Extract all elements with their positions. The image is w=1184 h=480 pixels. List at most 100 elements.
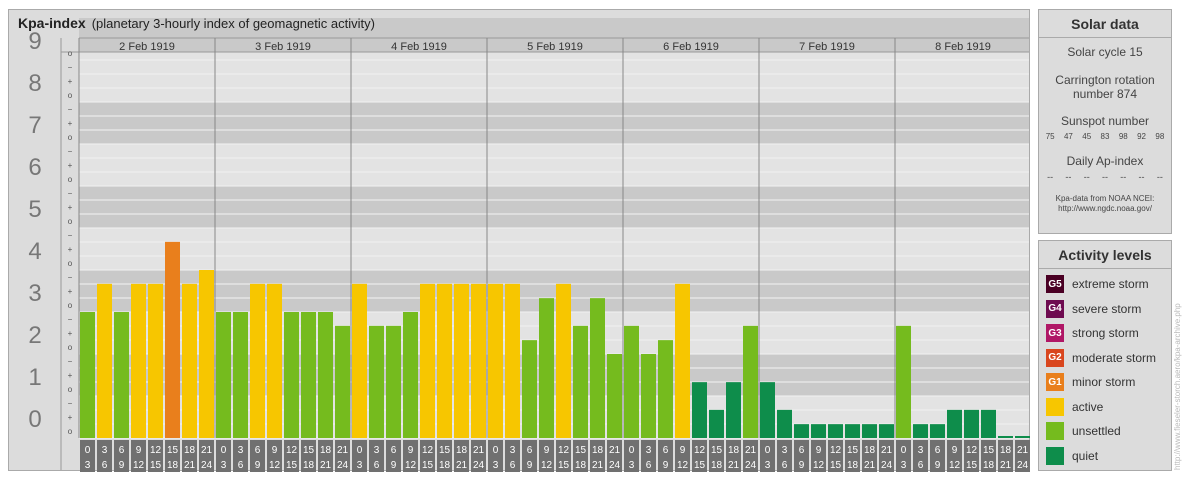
kp-bar bbox=[488, 283, 503, 438]
hour-start-label: 21 bbox=[201, 445, 213, 456]
carrington-line-2: number 874 bbox=[1072, 87, 1138, 101]
kp-band bbox=[79, 60, 1029, 102]
kp-bar bbox=[369, 325, 384, 438]
chart-title: Kpa-index (planetary 3-hourly index of ge… bbox=[18, 15, 375, 31]
hour-end-label: 6 bbox=[918, 460, 924, 471]
kp-bar bbox=[641, 354, 656, 438]
hour-start-label: 9 bbox=[272, 445, 278, 456]
hour-end-label: 6 bbox=[646, 460, 652, 471]
activity-levels-panel: Activity levels G5 extreme storm G4 severe … bbox=[1038, 240, 1172, 471]
y-sub-tick: − bbox=[68, 189, 73, 198]
solar-data-title: Solar data bbox=[1039, 10, 1171, 38]
kp-bar bbox=[301, 312, 316, 438]
hour-end-label: 3 bbox=[221, 460, 227, 471]
hour-start-label: 6 bbox=[119, 445, 125, 456]
ap-index-value: -- bbox=[1138, 172, 1145, 182]
y-sub-tick: o bbox=[68, 259, 73, 268]
hour-end-label: 6 bbox=[782, 460, 788, 471]
sunspot-value: 92 bbox=[1137, 132, 1146, 141]
hour-end-label: 18 bbox=[983, 460, 995, 471]
kp-bar bbox=[964, 409, 979, 438]
legend-label: severe storm bbox=[1072, 301, 1142, 316]
y-sub-tick: o bbox=[68, 175, 73, 184]
kp-bar bbox=[522, 340, 537, 438]
data-source-line-1: Kpa-data from NOAA NCEI: bbox=[1055, 194, 1155, 203]
hour-end-label: 3 bbox=[85, 460, 91, 471]
hour-start-label: 9 bbox=[816, 445, 822, 456]
y-sub-tick: + bbox=[68, 245, 73, 254]
kp-bar bbox=[811, 424, 826, 438]
kp-bar bbox=[607, 354, 622, 438]
hour-start-label: 0 bbox=[629, 445, 635, 456]
hour-start-label: 15 bbox=[439, 445, 451, 456]
hour-start-label: 12 bbox=[422, 445, 434, 456]
kp-bar bbox=[624, 325, 639, 438]
y-sub-tick: − bbox=[68, 357, 73, 366]
legend-label: minor storm bbox=[1072, 375, 1136, 389]
hour-start-label: 3 bbox=[782, 445, 788, 456]
ap-index-values: -- -- -- -- -- -- -- bbox=[1039, 172, 1171, 182]
legend-swatch: G3 bbox=[1046, 324, 1064, 342]
hour-end-label: 6 bbox=[238, 460, 244, 471]
hour-start-label: 12 bbox=[830, 445, 842, 456]
y-sub-tick: o bbox=[68, 427, 73, 436]
hour-start-label: 21 bbox=[609, 445, 621, 456]
hour-end-label: 12 bbox=[949, 460, 961, 471]
kp-bar bbox=[896, 325, 911, 438]
sunspot-value: 47 bbox=[1063, 132, 1073, 141]
y-sub-tick: o bbox=[68, 385, 73, 394]
sunspot-value: 98 bbox=[1155, 132, 1165, 141]
kp-bar bbox=[182, 283, 197, 438]
hour-end-label: 24 bbox=[201, 460, 213, 471]
kp-bar bbox=[80, 312, 95, 438]
solar-cycle: Solar cycle 15 bbox=[1067, 45, 1143, 59]
kp-bar bbox=[573, 325, 588, 438]
legend-swatch: G2 bbox=[1046, 348, 1064, 367]
y-sub-tick: o bbox=[68, 217, 73, 226]
kp-bar bbox=[879, 424, 894, 438]
ap-index-value: -- bbox=[1156, 172, 1163, 182]
legend-item: G5 extreme storm bbox=[1046, 274, 1149, 294]
hour-end-label: 24 bbox=[881, 460, 893, 471]
kp-bar bbox=[675, 283, 690, 438]
hour-end-label: 3 bbox=[765, 460, 771, 471]
y-sub-tick: + bbox=[68, 119, 73, 128]
y-sub-tick: o bbox=[68, 343, 73, 352]
hour-start-label: 9 bbox=[952, 445, 958, 456]
kp-bar bbox=[420, 283, 435, 438]
kp-bar bbox=[437, 283, 452, 438]
kp-bar bbox=[556, 283, 571, 438]
hour-end-label: 15 bbox=[966, 460, 978, 471]
hour-start-label: 0 bbox=[357, 445, 363, 456]
hour-end-label: 15 bbox=[558, 460, 570, 471]
hour-end-label: 18 bbox=[439, 460, 451, 471]
day-label: 5 Feb 1919 bbox=[527, 41, 583, 53]
hour-start-label: 6 bbox=[799, 445, 805, 456]
hour-start-label: 21 bbox=[1017, 445, 1029, 456]
hour-end-label: 21 bbox=[456, 460, 468, 471]
hour-end-label: 15 bbox=[286, 460, 298, 471]
legend-label: quiet bbox=[1072, 448, 1099, 463]
y-sub-tick: + bbox=[68, 203, 73, 212]
hour-end-label: 3 bbox=[357, 460, 363, 471]
y-sub-tick: − bbox=[68, 399, 73, 408]
hour-end-label: 15 bbox=[694, 460, 706, 471]
hour-start-label: 3 bbox=[102, 445, 108, 456]
hour-end-label: 15 bbox=[830, 460, 842, 471]
hour-end-label: 9 bbox=[935, 460, 941, 471]
kp-band bbox=[79, 144, 1029, 186]
kp-bar bbox=[726, 382, 741, 438]
hour-start-label: 18 bbox=[320, 445, 332, 456]
y-tick-label: 0 bbox=[28, 406, 41, 433]
hour-start-label: 15 bbox=[167, 445, 179, 456]
ap-index-value: -- bbox=[1065, 172, 1072, 182]
sunspot-value: 83 bbox=[1100, 132, 1110, 141]
hour-start-label: 6 bbox=[663, 445, 669, 456]
ap-index-title: Daily Ap-index bbox=[1066, 154, 1144, 168]
day-label: 7 Feb 1919 bbox=[799, 41, 855, 53]
hour-start-label: 0 bbox=[765, 445, 771, 456]
chart-subtitle: (planetary 3-hourly index of geomagnetic… bbox=[91, 16, 375, 31]
legend-item: G2 moderate storm bbox=[1046, 348, 1156, 368]
hour-start-label: 0 bbox=[901, 445, 907, 456]
hour-end-label: 12 bbox=[405, 460, 417, 471]
